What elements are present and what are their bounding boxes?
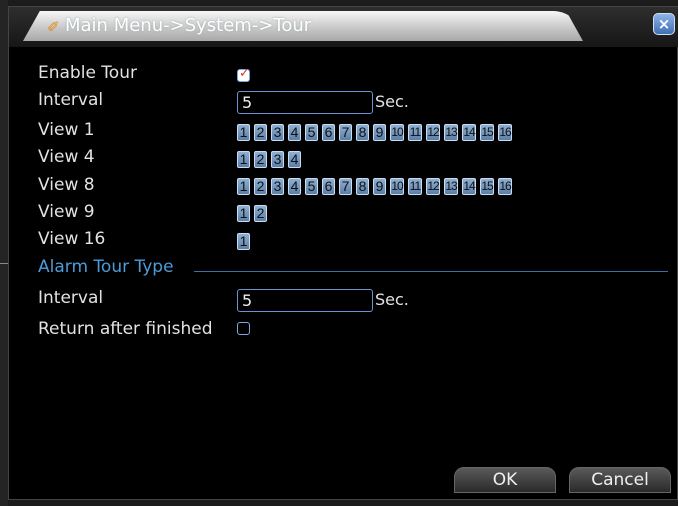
- channel-toggle[interactable]: 11: [408, 124, 422, 141]
- channel-toggle[interactable]: 11: [408, 178, 422, 195]
- channel-toggle[interactable]: 15: [480, 178, 494, 195]
- channel-toggle[interactable]: 5: [305, 178, 318, 195]
- alarm-tour-type-heading: Alarm Tour Type: [38, 257, 174, 277]
- channel-toggle[interactable]: 1: [237, 151, 250, 168]
- channel-toggle[interactable]: 7: [339, 124, 352, 141]
- channel-toggle[interactable]: 5: [305, 124, 318, 141]
- channel-toggle[interactable]: 1: [237, 124, 250, 141]
- channel-toggle[interactable]: 12: [426, 124, 440, 141]
- channel-toggle[interactable]: 16: [498, 178, 512, 195]
- channel-toggle[interactable]: 16: [498, 124, 512, 141]
- view16-label: View 16: [38, 229, 106, 249]
- channel-toggle[interactable]: 2: [254, 178, 267, 195]
- channel-toggle[interactable]: 4: [288, 178, 301, 195]
- channel-toggle[interactable]: 3: [271, 178, 284, 195]
- channel-toggle[interactable]: 15: [480, 124, 494, 141]
- view9-channels: 12: [237, 205, 271, 225]
- interval-input[interactable]: 5: [237, 91, 373, 114]
- channel-toggle[interactable]: 12: [426, 178, 440, 195]
- background-tick: [0, 263, 8, 264]
- tour-dialog: ✐ Main Menu->System->Tour × Enable Tour …: [8, 6, 678, 500]
- interval-label: Interval: [38, 90, 104, 110]
- channel-toggle[interactable]: 4: [288, 151, 301, 168]
- channel-toggle[interactable]: 3: [271, 151, 284, 168]
- alarm-interval-label: Interval: [38, 288, 104, 308]
- view4-label: View 4: [38, 147, 95, 167]
- channel-toggle[interactable]: 2: [254, 205, 267, 222]
- channel-toggle[interactable]: 6: [322, 124, 335, 141]
- channel-toggle[interactable]: 13: [444, 124, 458, 141]
- channel-toggle[interactable]: 3: [271, 124, 284, 141]
- view1-channels: 1 2 3 4 5 6 7 8 9 10 11 12 13 14 15 16: [237, 124, 516, 144]
- view9-label: View 9: [38, 202, 95, 222]
- window-title: Main Menu->System->Tour: [65, 15, 312, 36]
- background-strip: [0, 0, 8, 506]
- channel-toggle[interactable]: 1: [237, 178, 250, 195]
- return-after-finished-label: Return after finished: [38, 319, 213, 339]
- view8-label: View 8: [38, 175, 95, 195]
- enable-tour-label: Enable Tour: [38, 63, 137, 83]
- channel-toggle[interactable]: 4: [288, 124, 301, 141]
- title-bar: ✐ Main Menu->System->Tour ×: [9, 7, 678, 47]
- alarm-interval-input[interactable]: 5: [237, 289, 373, 312]
- channel-toggle[interactable]: 2: [254, 151, 267, 168]
- channel-toggle[interactable]: 9: [373, 178, 386, 195]
- view4-channels: 1234: [237, 151, 305, 171]
- channel-toggle[interactable]: 9: [373, 124, 386, 141]
- view16-channels: 1: [237, 233, 254, 253]
- check-icon: ✓: [239, 66, 250, 81]
- channel-toggle[interactable]: 13: [444, 178, 458, 195]
- channel-toggle[interactable]: 14: [462, 124, 476, 141]
- view8-channels: 1 2 3 4 5 6 7 8 9 10 11 12 13 14 15 16: [237, 178, 516, 198]
- channel-toggle[interactable]: 10: [390, 178, 404, 195]
- channel-toggle[interactable]: 1: [237, 233, 250, 250]
- channel-toggle[interactable]: 1: [237, 205, 250, 222]
- enable-tour-checkbox[interactable]: ✓: [237, 66, 250, 82]
- close-button[interactable]: ×: [653, 13, 675, 35]
- interval-unit: Sec.: [375, 92, 409, 111]
- section-divider: [194, 271, 668, 272]
- channel-toggle[interactable]: 6: [322, 178, 335, 195]
- channel-toggle[interactable]: 8: [356, 124, 369, 141]
- cancel-button[interactable]: Cancel: [569, 467, 671, 493]
- alarm-interval-unit: Sec.: [375, 290, 409, 309]
- return-after-finished-checkbox[interactable]: [237, 322, 250, 335]
- leaf-icon: ✐: [47, 18, 60, 36]
- channel-toggle[interactable]: 14: [462, 178, 476, 195]
- channel-toggle[interactable]: 10: [390, 124, 404, 141]
- view1-label: View 1: [38, 120, 95, 140]
- ok-button[interactable]: OK: [454, 467, 556, 493]
- channel-toggle[interactable]: 8: [356, 178, 369, 195]
- channel-toggle[interactable]: 2: [254, 124, 267, 141]
- channel-toggle[interactable]: 7: [339, 178, 352, 195]
